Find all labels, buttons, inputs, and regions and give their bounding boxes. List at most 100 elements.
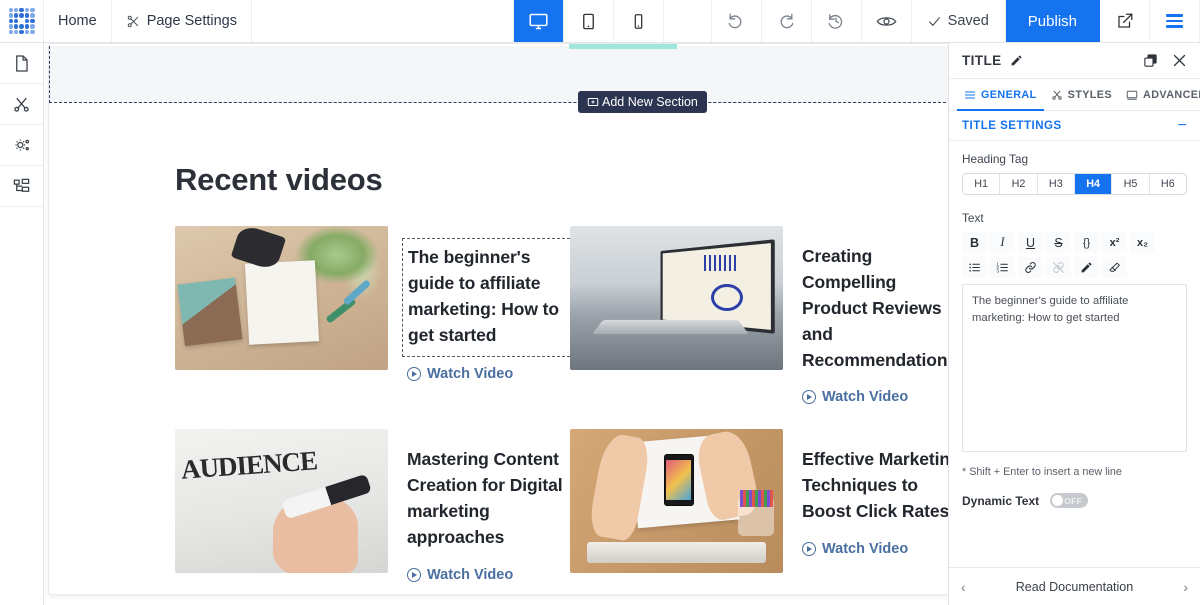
watch-video-link[interactable]: Watch Video xyxy=(802,389,963,405)
sidebar-item-pages[interactable] xyxy=(0,43,43,84)
tab-advanced-label: ADVANCED xyxy=(1143,88,1200,101)
sidebar-item-structure[interactable] xyxy=(0,166,43,207)
heading-tag-h3[interactable]: H3 xyxy=(1037,174,1075,194)
heading-tag-h6[interactable]: H6 xyxy=(1149,174,1186,194)
text-label: Text xyxy=(962,211,984,225)
video-meta: Creating Compelling Product Reviews and … xyxy=(783,226,963,405)
italic-button[interactable]: I xyxy=(990,232,1015,253)
tab-advanced[interactable]: ADVANCED xyxy=(1119,79,1200,110)
panel-footer: ‹ Read Documentation › xyxy=(949,567,1200,605)
redo-button[interactable] xyxy=(761,0,812,42)
underline-button[interactable]: U xyxy=(1018,232,1043,253)
footer-next-button[interactable]: › xyxy=(1183,579,1188,595)
device-desktop-button[interactable] xyxy=(513,0,564,42)
monitor-icon xyxy=(1126,89,1138,101)
video-title[interactable]: Creating Compelling Product Reviews and … xyxy=(802,244,963,373)
video-meta: Effective Marketing Techniques to Boost … xyxy=(783,429,963,583)
watch-video-link[interactable]: Watch Video xyxy=(407,567,570,583)
scissors-icon xyxy=(1051,89,1063,101)
main-menu-button[interactable] xyxy=(1150,0,1200,42)
watch-video-link[interactable]: Watch Video xyxy=(802,541,963,558)
saved-status[interactable]: Saved xyxy=(911,0,1006,42)
thumb-decor xyxy=(710,283,743,311)
video-title[interactable]: Effective Marketing Techniques to Boost … xyxy=(802,447,963,525)
close-icon[interactable] xyxy=(1172,53,1187,68)
sidebar-item-elements[interactable] xyxy=(0,84,43,125)
thumb-decor xyxy=(704,254,739,271)
undo-button[interactable] xyxy=(711,0,762,42)
publish-label: Publish xyxy=(1027,12,1077,30)
subscript-button[interactable]: x₂ xyxy=(1130,232,1155,253)
watch-video-label: Watch Video xyxy=(822,541,909,558)
revision-history-button[interactable] xyxy=(811,0,862,42)
dynamic-text-toggle[interactable]: OFF xyxy=(1050,493,1089,508)
add-new-section-button[interactable]: Add New Section xyxy=(578,91,707,113)
panel-header-actions xyxy=(1143,53,1187,68)
read-documentation-link[interactable]: Read Documentation xyxy=(966,580,1184,594)
logo[interactable] xyxy=(0,0,44,42)
copy-icon[interactable] xyxy=(1143,53,1158,68)
scissors-icon xyxy=(126,14,141,29)
home-button[interactable]: Home xyxy=(44,0,112,42)
heading-tag-h4[interactable]: H4 xyxy=(1074,174,1113,194)
heading-tag-h2[interactable]: H2 xyxy=(1000,174,1038,194)
bullet-list-button[interactable] xyxy=(962,257,987,278)
title-settings-header[interactable]: TITLE SETTINGS − xyxy=(949,111,1200,141)
bold-button[interactable]: B xyxy=(962,232,987,253)
clear-format-button[interactable] xyxy=(1102,257,1127,278)
undo-icon xyxy=(726,11,746,31)
video-title[interactable]: Mastering Content Creation for Digital m… xyxy=(407,447,570,551)
pencil-icon[interactable] xyxy=(1010,54,1023,67)
title-text-input[interactable] xyxy=(962,284,1187,452)
external-link-icon xyxy=(1116,12,1134,30)
shift-enter-hint: * Shift + Enter to insert a new line xyxy=(962,466,1122,478)
collapse-icon[interactable]: − xyxy=(1178,117,1187,134)
video-thumbnail[interactable] xyxy=(175,429,388,574)
toggle-knob xyxy=(1052,495,1064,506)
device-mobile-button[interactable] xyxy=(613,0,664,42)
sidebar-item-settings[interactable] xyxy=(0,125,43,166)
tab-general[interactable]: GENERAL xyxy=(957,79,1044,112)
heading-tag-h1[interactable]: H1 xyxy=(963,174,1001,194)
numbered-list-button[interactable]: 1 2 3 xyxy=(990,257,1015,278)
empty-section-placeholder[interactable] xyxy=(49,46,961,103)
code-button[interactable]: {} xyxy=(1074,232,1099,253)
page-title: Recent videos xyxy=(175,162,383,197)
heading-tag-group: H1 H2 H3 H4 H5 H6 xyxy=(962,173,1187,195)
video-card[interactable]: Effective Marketing Techniques to Boost … xyxy=(570,429,963,583)
open-external-button[interactable] xyxy=(1100,0,1150,42)
tab-styles[interactable]: STYLES xyxy=(1044,79,1119,110)
video-card[interactable]: Creating Compelling Product Reviews and … xyxy=(570,226,963,405)
watch-video-label: Watch Video xyxy=(427,365,514,382)
link-button[interactable] xyxy=(1018,257,1043,278)
redo-icon xyxy=(776,11,796,31)
watch-video-label: Watch Video xyxy=(427,567,514,584)
unlink-button[interactable] xyxy=(1046,257,1071,278)
toolbar-divider xyxy=(663,0,712,42)
play-icon xyxy=(407,568,421,583)
page-icon xyxy=(12,54,31,73)
strikethrough-button[interactable]: S xyxy=(1046,232,1071,253)
video-card[interactable]: The beginner's guide to affiliate market… xyxy=(175,226,575,405)
play-icon xyxy=(802,542,816,557)
gears-icon xyxy=(12,135,32,155)
video-card[interactable]: Mastering Content Creation for Digital m… xyxy=(175,429,570,583)
video-title[interactable]: The beginner's guide to affiliate market… xyxy=(402,238,575,357)
heading-tag-h5[interactable]: H5 xyxy=(1112,174,1150,194)
page-settings-button[interactable]: Page Settings xyxy=(111,0,252,42)
superscript-button[interactable]: x² xyxy=(1102,232,1127,253)
settings-panel: TITLE GENERAL STYLES ADVANCE TITLE SETTI… xyxy=(948,43,1200,605)
watch-video-link[interactable]: Watch Video xyxy=(407,366,570,382)
desktop-icon xyxy=(528,11,549,32)
text-color-button[interactable] xyxy=(1074,257,1099,278)
video-thumbnail[interactable] xyxy=(175,226,388,370)
publish-button[interactable]: Publish xyxy=(1005,0,1100,42)
play-icon xyxy=(802,390,816,405)
section-highlight-bar xyxy=(569,44,677,49)
device-tablet-button[interactable] xyxy=(563,0,614,42)
video-thumbnail[interactable] xyxy=(570,429,783,574)
video-thumbnail[interactable] xyxy=(570,226,783,370)
logo-icon xyxy=(8,8,35,34)
preview-button[interactable] xyxy=(861,0,912,42)
video-row: Mastering Content Creation for Digital m… xyxy=(175,429,963,583)
